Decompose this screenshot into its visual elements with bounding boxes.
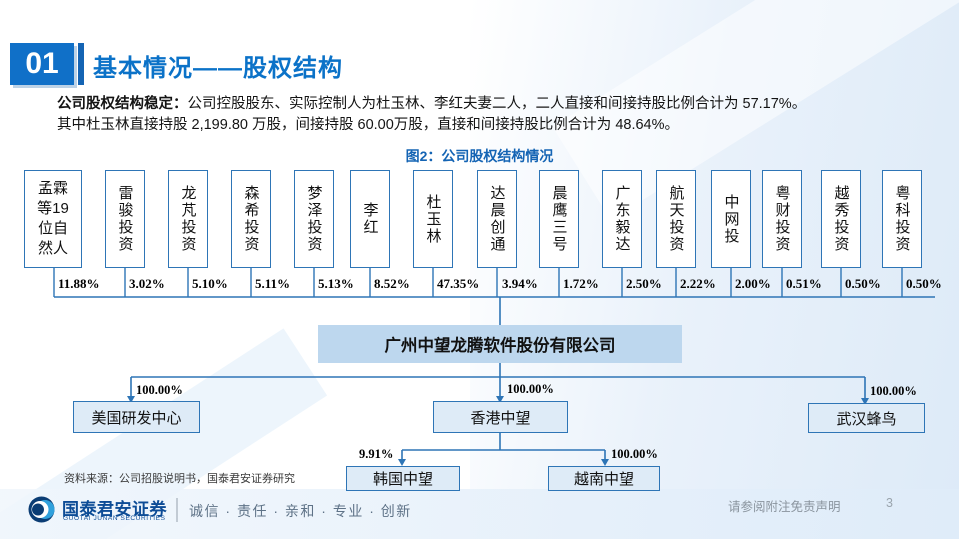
shareholder-box-senxi: 森希投资 (231, 170, 271, 268)
subsidiary-box-wuhan: 武汉蜂鸟 (808, 403, 925, 433)
shareholder-box-yuecai: 粤财投资 (762, 170, 802, 268)
shareholder-box-yuexiu: 越秀投资 (821, 170, 861, 268)
shareholder-box-leijun: 雷骏投资 (105, 170, 145, 268)
pct-korea: 9.91% (359, 447, 394, 461)
subsidiary-box-us-center: 美国研发中心 (73, 401, 200, 433)
pct-yuecai: 0.51% (786, 276, 822, 291)
arrowhead-korea (398, 459, 406, 466)
pct-dachen: 3.94% (502, 276, 538, 291)
subsidiary-box-korea: 韩国中望 (346, 466, 460, 491)
body-line-2: 其中杜玉林直接持股 2,199.80 万股，间接持股 60.00万股，直接和间接… (57, 117, 680, 133)
company-box: 广州中望龙腾软件股份有限公司 (318, 325, 682, 363)
disclaimer-note: 请参阅附注免责声明 (728, 500, 841, 514)
pct-yueke: 0.50% (906, 276, 942, 291)
slide: 01 基本情况——股权结构 公司股权结构稳定：公司控股股东、实际控制人为杜玉林、… (0, 0, 959, 539)
pct-yuexiu: 0.50% (845, 276, 881, 291)
title-accent-bar (78, 43, 84, 85)
pct-wuhan: 100.00% (870, 384, 917, 398)
pct-senxi: 5.11% (255, 276, 291, 291)
body-line-1-text: 公司控股股东、实际控制人为杜玉林、李红夫妻二人，二人直接和间接持股比例合计为 5… (187, 96, 807, 112)
subsidiary-box-hk: 香港中望 (433, 401, 568, 433)
footer-divider (176, 498, 178, 522)
body-line-1: 公司股权结构稳定：公司控股股东、实际控制人为杜玉林、李红夫妻二人，二人直接和间接… (57, 94, 937, 115)
pct-duyulin: 47.35% (437, 276, 480, 291)
section-number-badge: 01 (10, 43, 74, 85)
shareholder-box-chenying: 晨鹰三号 (539, 170, 579, 268)
body-lead-bold: 公司股权结构稳定： (57, 96, 188, 112)
pct-guangdongyida: 2.50% (626, 276, 662, 291)
shareholder-box-hangtian: 航天投资 (656, 170, 696, 268)
subsidiary-box-vietnam: 越南中望 (548, 466, 660, 491)
pct-longpeng: 5.10% (192, 276, 228, 291)
page-title: 基本情况——股权结构 (93, 55, 343, 82)
shareholder-box-longpeng: 龙芃投资 (168, 170, 208, 268)
pct-vietnam: 100.00% (611, 447, 658, 461)
shareholder-box-lihong: 李红 (350, 170, 390, 268)
pct-chenying: 1.72% (563, 276, 599, 291)
pct-us-center: 100.00% (136, 383, 183, 397)
pct-hk: 100.00% (507, 382, 554, 396)
figure-caption: 图2：公司股权结构情况 (405, 148, 554, 164)
pct-zhongwangtou: 2.00% (735, 276, 771, 291)
source-note: 资料来源：公司招股说明书，国泰君安证券研究 (64, 473, 295, 485)
pct-leijun: 3.02% (129, 276, 165, 291)
pct-lihong: 8.52% (374, 276, 410, 291)
shareholder-box-mengze: 梦泽投资 (294, 170, 334, 268)
shareholder-box-menglin: 孟霖等19位自然人 (24, 170, 82, 268)
brand-slogan: 诚信 · 责任 · 亲和 · 专业 · 创新 (189, 503, 412, 519)
pct-menglin: 11.88% (58, 276, 100, 291)
guotai-junan-logo-icon (28, 496, 55, 523)
brand-name-en: GUOTAI JUNAN SECURITIES (63, 515, 166, 522)
shareholder-box-dachen: 达晨创通 (477, 170, 517, 268)
shareholder-box-duyulin: 杜玉林 (413, 170, 453, 268)
shareholder-box-guangdongyida: 广东毅达 (602, 170, 642, 268)
shareholder-box-yueke: 粤科投资 (882, 170, 922, 268)
pct-hangtian: 2.22% (680, 276, 716, 291)
shareholder-box-zhongwangtou: 中网投 (711, 170, 751, 268)
body-paragraph: 公司股权结构稳定：公司控股股东、实际控制人为杜玉林、李红夫妻二人，二人直接和间接… (57, 94, 937, 136)
page-number: 3 (886, 496, 893, 510)
pct-mengze: 5.13% (318, 276, 354, 291)
